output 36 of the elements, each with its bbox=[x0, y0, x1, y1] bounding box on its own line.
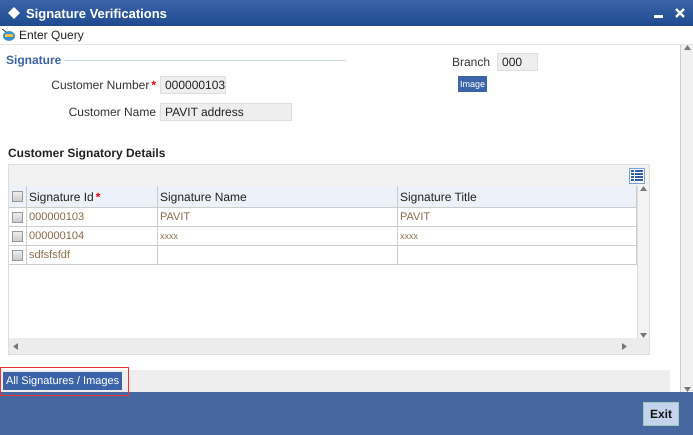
scroll-left-icon[interactable] bbox=[13, 342, 18, 350]
close-button[interactable] bbox=[675, 8, 685, 18]
table-cell: PAVIT bbox=[160, 211, 190, 223]
checkbox[interactable] bbox=[12, 250, 23, 260]
field-label: Branch bbox=[452, 55, 490, 69]
field-label: Customer Name bbox=[68, 105, 156, 119]
table-cell: 000000103 bbox=[29, 211, 84, 223]
image-button[interactable]: Image bbox=[458, 76, 488, 92]
checkbox[interactable] bbox=[12, 191, 23, 202]
enter-query-button[interactable]: Enter Query bbox=[2, 28, 84, 42]
checkbox[interactable] bbox=[12, 212, 23, 222]
table-cell: sdfsfsfdf bbox=[29, 249, 70, 261]
column-header: Signature Name bbox=[160, 190, 247, 204]
diamond-icon bbox=[8, 7, 20, 19]
customer-name-field[interactable]: PAVIT address bbox=[160, 103, 292, 121]
scroll-up-icon[interactable] bbox=[684, 45, 690, 50]
scrollbar[interactable] bbox=[680, 45, 693, 392]
branch-field[interactable]: 000 bbox=[497, 53, 538, 71]
customer-number-field[interactable]: 000000103 bbox=[160, 76, 226, 94]
checkbox[interactable] bbox=[12, 230, 23, 242]
section-title: Customer Signatory Details bbox=[8, 146, 166, 160]
table-cell: xxxx bbox=[400, 231, 418, 241]
table-cell: PAVIT bbox=[400, 211, 430, 223]
exit-button[interactable]: Exit bbox=[642, 402, 679, 426]
window-title: Signature Verifications bbox=[26, 6, 168, 20]
all-signatures-button[interactable]: All Signatures / Images bbox=[3, 372, 122, 390]
table-cell: 000000104 bbox=[29, 230, 84, 242]
column-header: Signature Title bbox=[400, 190, 477, 204]
scroll-right-icon[interactable] bbox=[622, 342, 627, 350]
field-label: Customer Number bbox=[51, 78, 150, 92]
list-view-button[interactable] bbox=[629, 168, 645, 184]
table-cell: xxxx bbox=[160, 231, 178, 241]
column-header: Signature Id bbox=[29, 190, 94, 204]
required-mark: * bbox=[151, 78, 156, 92]
section-legend: Signature bbox=[6, 53, 62, 67]
required-mark: * bbox=[96, 190, 100, 204]
